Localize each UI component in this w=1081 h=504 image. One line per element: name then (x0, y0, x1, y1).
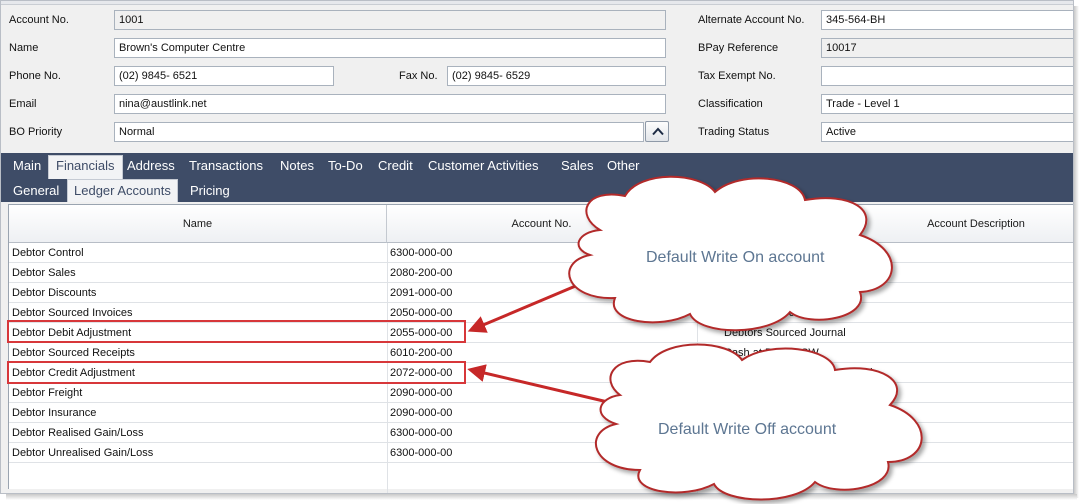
write-off-callout-text: Default Write Off account (658, 421, 837, 438)
write-off-arrow (467, 364, 613, 405)
write-on-callout-text: Default Write On account (646, 249, 825, 266)
write-on-arrow (467, 280, 586, 333)
callout-overlay (467, 175, 923, 501)
